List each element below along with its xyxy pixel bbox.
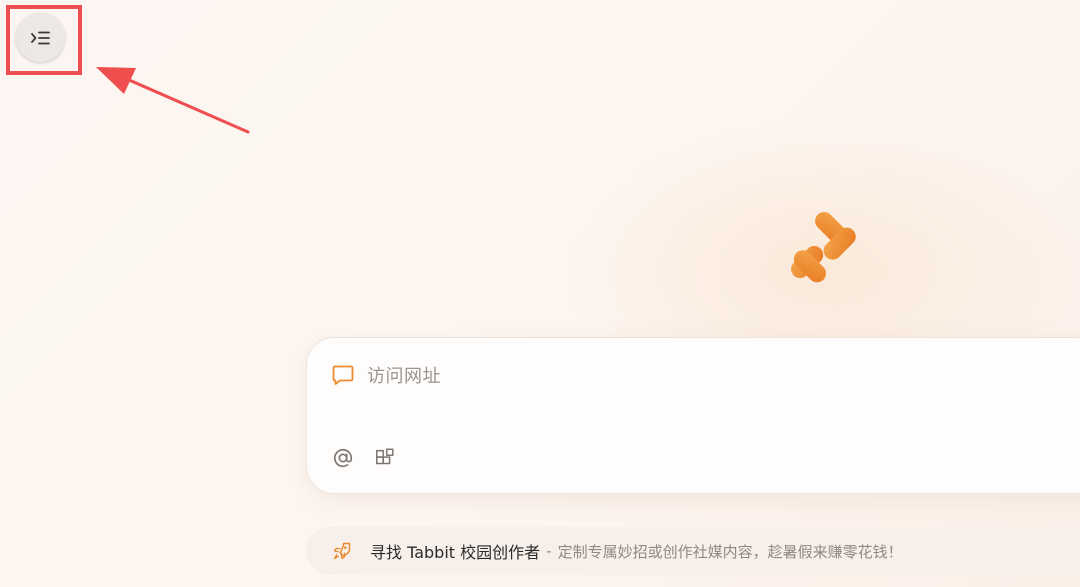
apps-button[interactable] (373, 446, 397, 470)
sidebar-expand-icon (30, 31, 50, 44)
prompt-row[interactable]: 访问网址 (331, 362, 441, 388)
prompt-input-card[interactable]: 访问网址 (306, 337, 1080, 494)
at-mention-icon (333, 448, 353, 468)
mention-button[interactable] (331, 446, 355, 470)
chat-bubble-icon (332, 365, 354, 385)
promo-banner[interactable]: 寻找 Tabbit 校园创作者 - 定制专属妙招或创作社媒内容，趁暑假来赚零花钱… (306, 527, 1080, 575)
banner-separator: - (546, 542, 552, 560)
rocket-icon (333, 542, 351, 560)
sidebar-toggle-button[interactable] (16, 13, 65, 62)
tabbit-logo-icon (791, 212, 856, 283)
banner-description: 定制专属妙招或创作社媒内容，趁暑假来赚零花钱！ (557, 542, 903, 561)
input-toolbar (331, 446, 397, 470)
apps-grid-icon (376, 448, 394, 465)
banner-title: 寻找 Tabbit 校园创作者 (370, 543, 541, 562)
prompt-placeholder-text: 访问网址 (367, 366, 441, 387)
annotation-arrow (96, 67, 250, 134)
